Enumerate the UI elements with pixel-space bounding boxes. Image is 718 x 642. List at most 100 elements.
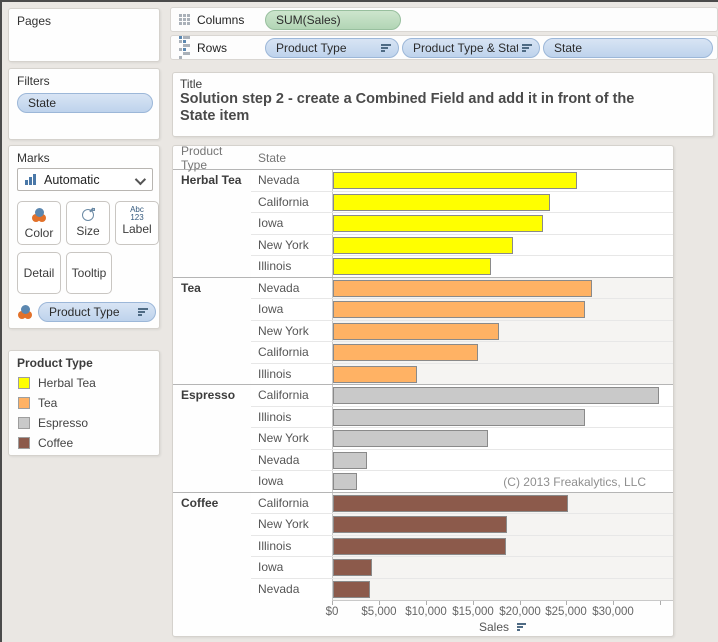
field-pill[interactable]: State (543, 37, 713, 58)
legend-swatch (18, 397, 30, 409)
group-rows: Nevada Iowa New York California Illinois (251, 277, 673, 384)
table-row: California (251, 342, 673, 364)
state-label: Iowa (251, 557, 332, 578)
sort-descending-icon[interactable] (138, 308, 148, 316)
state-label: California (251, 492, 332, 513)
table-row: California (251, 492, 673, 514)
columns-shelf[interactable]: Columns SUM(Sales) (170, 7, 718, 32)
table-row: Illinois (251, 363, 673, 384)
axis-tick-label: $30,000 (592, 606, 634, 618)
table-row: California (251, 385, 673, 407)
bar-chart-icon (25, 174, 36, 185)
mark-type-dropdown[interactable]: Automatic (17, 168, 153, 191)
sort-descending-icon[interactable] (522, 43, 532, 52)
pill-label: State (554, 40, 583, 55)
bar-cell (332, 492, 673, 513)
bar[interactable] (333, 301, 585, 318)
bar[interactable] (333, 215, 543, 232)
size-button[interactable]: Size (66, 201, 110, 245)
color-button[interactable]: Color (17, 201, 61, 245)
field-pill[interactable]: State (17, 93, 153, 113)
field-pill[interactable]: SUM(Sales) (265, 9, 401, 30)
table-row: Nevada (251, 170, 673, 192)
marks-card: Marks Automatic Color Size Abc 123 Label… (8, 145, 160, 329)
axis-tick (660, 601, 661, 605)
legend-label: Tea (38, 396, 58, 410)
state-label: Iowa (251, 213, 332, 234)
tooltip-button-label: Tooltip (71, 266, 107, 280)
bar[interactable] (333, 193, 550, 211)
color-button-label: Color (24, 226, 54, 240)
bar[interactable] (333, 236, 513, 254)
marks-pill-row: Product Type (17, 302, 156, 322)
axis-tick (520, 601, 521, 605)
product-group: Tea Nevada Iowa New York California Illinois (173, 277, 673, 385)
legend-label: Coffee (38, 436, 74, 450)
sort-descending-icon[interactable] (517, 623, 527, 631)
legend-item[interactable]: Coffee (9, 433, 159, 453)
bar[interactable] (333, 322, 499, 340)
bar-cell (332, 363, 673, 384)
bar[interactable] (333, 258, 491, 275)
legend-items: Herbal Tea Tea Espresso Coffee (9, 370, 159, 453)
axis-tick (426, 601, 427, 605)
bar[interactable] (333, 279, 592, 297)
rows-icon (179, 36, 190, 59)
axis-tick (613, 601, 614, 605)
title-card[interactable]: Title Solution step 2 - create a Combine… (172, 72, 714, 137)
bar[interactable] (333, 516, 507, 533)
field-pill[interactable]: Product Type (38, 302, 156, 322)
bar[interactable] (333, 494, 568, 512)
state-label: Illinois (251, 363, 332, 384)
mark-type-value: Automatic (44, 172, 100, 187)
color-legend-card: Product Type Herbal Tea Tea Espresso Coffee (8, 350, 160, 456)
label-button[interactable]: Abc 123 Label (115, 201, 159, 245)
state-label: Illinois (251, 406, 332, 427)
legend-label: Espresso (38, 416, 89, 430)
columns-icon (179, 14, 190, 25)
bar[interactable] (333, 559, 372, 576)
axis-tick (566, 601, 567, 605)
table-row: Iowa (251, 557, 673, 579)
table-row: Illinois (251, 406, 673, 428)
table-row: New York (251, 234, 673, 256)
detail-button[interactable]: Detail (17, 252, 61, 294)
product-type-label: Herbal Tea (181, 173, 242, 187)
bar[interactable] (333, 365, 417, 383)
legend-item[interactable]: Espresso (9, 413, 159, 433)
tooltip-button[interactable]: Tooltip (66, 252, 112, 294)
bar-cell (332, 514, 673, 535)
field-pill[interactable]: Product Type (265, 37, 399, 58)
legend-item[interactable]: Tea (9, 393, 159, 413)
bar[interactable] (333, 451, 367, 469)
sort-descending-icon[interactable] (381, 43, 391, 52)
bar[interactable] (333, 580, 370, 598)
table-row: New York (251, 320, 673, 342)
size-icon (81, 207, 95, 221)
bar-cell (332, 535, 673, 556)
chart-column-headers: Product Type State (173, 144, 673, 172)
product-group: Coffee California New York Illinois Iowa Neva… (173, 492, 673, 600)
bar-cell (332, 557, 673, 578)
field-pill[interactable]: Product Type & State .. (402, 37, 540, 58)
state-label: Nevada (251, 449, 332, 470)
bar[interactable] (333, 387, 659, 404)
bar[interactable] (333, 473, 357, 490)
pill-label: Product Type & State .. (413, 40, 518, 55)
bar[interactable] (333, 408, 585, 426)
bar[interactable] (333, 537, 506, 555)
axis-tick (379, 601, 380, 605)
abc123-icon: Abc 123 (130, 205, 144, 222)
state-label: New York (251, 320, 332, 341)
table-row: Illinois (251, 535, 673, 557)
group-rows: Nevada California Iowa New York Illinois (251, 170, 673, 277)
pill-label: State (28, 96, 57, 110)
size-button-label: Size (76, 224, 100, 238)
rows-shelf[interactable]: Rows Product Type Product Type & State ..… (170, 35, 718, 60)
bar[interactable] (333, 172, 577, 189)
bar[interactable] (333, 344, 478, 361)
chart-rows: Herbal Tea Nevada California Iowa New York Il… (173, 170, 673, 600)
title-card-label: Title (180, 77, 203, 91)
bar[interactable] (333, 430, 488, 447)
legend-item[interactable]: Herbal Tea (9, 373, 159, 393)
